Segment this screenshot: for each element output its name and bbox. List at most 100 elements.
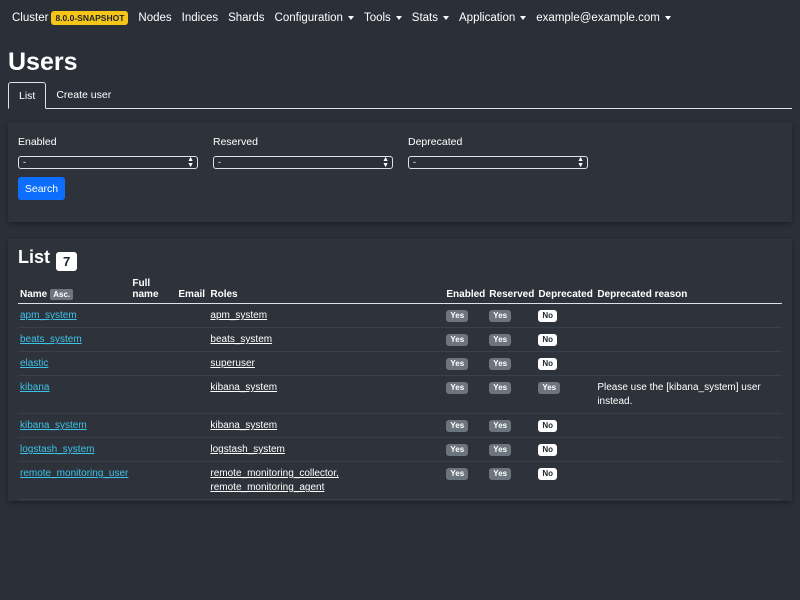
- deprecated-pill: No: [538, 444, 557, 456]
- nav-item-shards[interactable]: Shards: [228, 12, 264, 24]
- deprecated-pill: No: [538, 310, 557, 322]
- table-row: kibana_system kibana_system Yes Yes No: [18, 413, 782, 438]
- cell-name: kibana: [18, 375, 131, 414]
- column-name[interactable]: Name Asc.: [18, 278, 131, 304]
- cell-reserved: Yes: [487, 375, 537, 414]
- table-row: kibana kibana_system Yes Yes Yes Please use t…: [18, 375, 782, 414]
- role-link[interactable]: kibana_system: [210, 420, 277, 431]
- version-badge: 8.0.0-SNAPSHOT: [51, 11, 129, 25]
- tab-list[interactable]: List: [8, 82, 47, 109]
- cell-enabled: Yes: [444, 461, 488, 500]
- user-link[interactable]: remote_monitoring_user: [20, 468, 128, 479]
- cell-deprecated-reason: [595, 303, 782, 328]
- nav-item-account[interactable]: example@example.com: [536, 12, 671, 24]
- caret-down-icon: [395, 15, 402, 20]
- table-row: logstash_system logstash_system Yes Yes No: [18, 437, 782, 462]
- cell-deprecated: No: [536, 461, 596, 500]
- cell-name: kibana_system: [18, 413, 131, 438]
- cell-deprecated-reason: Please use the [kibana_system] user inst…: [595, 375, 782, 414]
- cell-roles: beats_system: [208, 327, 445, 352]
- cell-enabled: Yes: [444, 375, 488, 414]
- cell-email: [176, 303, 209, 328]
- sort-badge[interactable]: Asc.: [50, 289, 74, 300]
- user-link[interactable]: kibana: [20, 382, 49, 393]
- filter-deprecated-label: Deprecated: [408, 136, 463, 148]
- user-link[interactable]: beats_system: [20, 334, 82, 345]
- cell-email: [176, 413, 209, 438]
- enabled-pill: Yes: [446, 420, 469, 432]
- tab-create-user[interactable]: Create user: [46, 82, 121, 108]
- role-link[interactable]: remote_monitoring_agent: [210, 482, 324, 493]
- cell-enabled: Yes: [444, 437, 488, 462]
- select-arrows-icon: ▲ ▼: [382, 156, 389, 169]
- nav-item-nodes[interactable]: Nodes: [138, 12, 171, 24]
- cell-deprecated: No: [536, 303, 596, 328]
- role-link[interactable]: superuser: [210, 358, 254, 369]
- cell-deprecated: No: [536, 351, 596, 376]
- cell-reserved: Yes: [487, 437, 537, 462]
- role-link[interactable]: logstash_system: [210, 444, 284, 455]
- cell-deprecated: No: [536, 437, 596, 462]
- role-link[interactable]: apm_system: [210, 310, 267, 321]
- column-email: Email: [176, 278, 209, 304]
- nav-item-indices[interactable]: Indices: [182, 12, 218, 24]
- nav-item-tools[interactable]: Tools: [364, 12, 402, 24]
- select-arrows-icon: ▲ ▼: [577, 156, 584, 169]
- table-row: apm_system apm_system Yes Yes No: [18, 303, 782, 328]
- cell-email: [176, 437, 209, 462]
- role-link[interactable]: kibana_system: [210, 382, 277, 393]
- cell-roles: logstash_system: [208, 437, 445, 462]
- cell-reserved: Yes: [487, 327, 537, 352]
- cell-reserved: Yes: [487, 461, 537, 500]
- user-link[interactable]: apm_system: [20, 310, 77, 321]
- column-full-name: Full name: [130, 278, 177, 304]
- page-title: Users: [8, 48, 78, 76]
- enabled-pill: Yes: [446, 382, 469, 394]
- filter-deprecated: Deprecated - ▲ ▼: [408, 136, 588, 169]
- cell-enabled: Yes: [444, 303, 488, 328]
- caret-down-icon: [664, 15, 671, 20]
- cell-enabled: Yes: [444, 327, 488, 352]
- table-row: elastic superuser Yes Yes No: [18, 351, 782, 376]
- deprecated-select-value: -: [413, 157, 416, 167]
- table-header-row: Name Asc. Full name Email Roles Enabled R…: [18, 278, 782, 304]
- reserved-select[interactable]: - ▲ ▼: [213, 156, 393, 169]
- filter-reserved-label: Reserved: [213, 136, 258, 148]
- deprecated-pill: No: [538, 468, 557, 480]
- brand-label[interactable]: Cluster: [12, 12, 48, 24]
- enabled-select[interactable]: - ▲ ▼: [18, 156, 198, 169]
- cell-roles: kibana_system: [208, 413, 445, 438]
- nav-brand[interactable]: Cluster 8.0.0-SNAPSHOT: [12, 11, 129, 25]
- deprecated-pill: No: [538, 334, 557, 346]
- reserved-pill: Yes: [489, 310, 512, 322]
- cell-full-name: [130, 303, 177, 328]
- nav-item-configuration[interactable]: Configuration: [275, 12, 354, 24]
- search-button[interactable]: Search: [18, 177, 65, 200]
- column-reserved: Reserved: [487, 278, 537, 304]
- list-card: List 7 Name Asc. Full name Email Roles En…: [8, 239, 792, 501]
- role-link[interactable]: remote_monitoring_collector,: [210, 468, 338, 479]
- nav-item-application[interactable]: Application: [459, 12, 527, 24]
- cell-roles: apm_system: [208, 303, 445, 328]
- cell-full-name: [130, 461, 177, 500]
- cell-deprecated: No: [536, 327, 596, 352]
- list-title: List: [18, 247, 51, 267]
- deprecated-select[interactable]: - ▲ ▼: [408, 156, 588, 169]
- filter-enabled: Enabled - ▲ ▼: [18, 136, 198, 169]
- navbar: Cluster 8.0.0-SNAPSHOT Nodes Indices Sha…: [0, 0, 800, 36]
- user-link[interactable]: logstash_system: [20, 444, 94, 455]
- table-row: remote_monitoring_user remote_monitoring_…: [18, 461, 782, 500]
- cell-name: beats_system: [18, 327, 131, 352]
- cell-reserved: Yes: [487, 351, 537, 376]
- caret-down-icon: [520, 15, 527, 20]
- cell-email: [176, 461, 209, 500]
- reserved-pill: Yes: [489, 420, 512, 432]
- enabled-select-value: -: [23, 157, 26, 167]
- user-link[interactable]: kibana_system: [20, 420, 87, 431]
- reserved-pill: Yes: [489, 334, 512, 346]
- reserved-select-value: -: [218, 157, 221, 167]
- role-link[interactable]: beats_system: [210, 334, 272, 345]
- user-link[interactable]: elastic: [20, 358, 48, 369]
- deprecated-pill: Yes: [538, 382, 561, 394]
- nav-item-stats[interactable]: Stats: [412, 12, 450, 24]
